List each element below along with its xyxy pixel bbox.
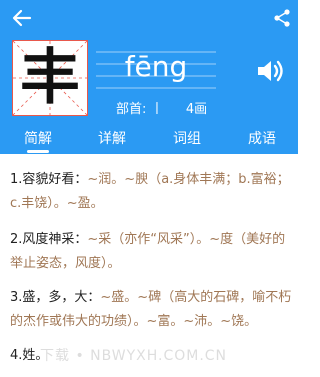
- tab-idioms[interactable]: 成语: [232, 128, 292, 148]
- pinyin-area: fēng: [96, 44, 216, 94]
- share-icon[interactable]: [270, 6, 294, 30]
- definition-item: 2.风度神采：~采（亦作“风采”）。~度（美好的举止姿态，风度）。: [10, 228, 292, 276]
- radical-value: 丨: [150, 102, 164, 117]
- tab-simple-explanation[interactable]: 简解: [8, 128, 68, 148]
- stroke-count: 4画: [185, 102, 208, 117]
- character-grid-box: 丰: [12, 40, 88, 116]
- speaker-icon[interactable]: [255, 56, 287, 86]
- definition-head: 3.盛，多，大：: [10, 290, 101, 305]
- active-tab-indicator: [27, 150, 49, 153]
- top-bar: [0, 0, 298, 36]
- tab-phrases[interactable]: 词组: [157, 128, 217, 148]
- character-glyph: 丰: [20, 43, 80, 113]
- definition-item: 3.盛，多，大：~盛。~碑（高大的石碑，喻不朽的杰作或伟大的功绩）。~富。~沛。…: [10, 286, 292, 334]
- radical-label: 部首:: [116, 102, 147, 117]
- definition-item: 1.容貌好看：~润。~腴（a.身体丰满；b.富裕；c.丰饶）。~盈。: [10, 168, 292, 216]
- watermark-text: 下载 • NBWYXH.COM.CN: [40, 348, 228, 364]
- back-arrow-icon[interactable]: [10, 6, 34, 30]
- definition-head: 1.容貌好看：: [10, 172, 88, 187]
- pinyin-text: fēng: [124, 50, 188, 83]
- definition-head: 2.风度神采：: [10, 232, 88, 247]
- tab-detailed-explanation[interactable]: 详解: [82, 128, 142, 148]
- radical-strokes-info: 部首: 丨 4画: [116, 98, 207, 117]
